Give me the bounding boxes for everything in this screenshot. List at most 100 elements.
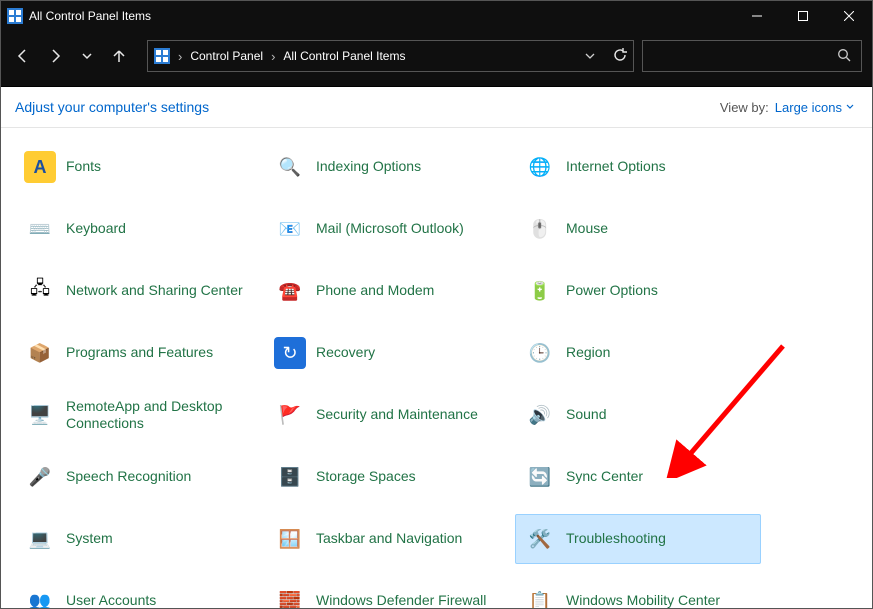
control-panel-item-label: Power Options <box>566 282 658 300</box>
search-box[interactable] <box>642 40 862 72</box>
control-panel-item[interactable]: A Fonts <box>15 142 261 192</box>
control-panel-item[interactable]: 🖧 Network and Sharing Center <box>15 266 261 316</box>
control-panel-item-label: Programs and Features <box>66 344 213 362</box>
control-panel-item-label: Troubleshooting <box>566 530 666 548</box>
close-button[interactable] <box>826 1 872 31</box>
control-panel-item-label: Storage Spaces <box>316 468 416 486</box>
sync-icon: 🔄 <box>524 461 556 493</box>
page-title: Adjust your computer's settings <box>15 99 209 115</box>
control-panel-item-label: Fonts <box>66 158 101 176</box>
control-panel-item[interactable]: 💻 System <box>15 514 261 564</box>
control-panel-item-label: Windows Mobility Center <box>566 592 720 608</box>
mail-icon: 📧 <box>274 213 306 245</box>
control-panel-item[interactable]: 🖱️ Mouse <box>515 204 761 254</box>
viewby-label: View by: <box>720 100 769 115</box>
forward-button[interactable] <box>43 44 67 68</box>
control-panel-item[interactable]: 🗄️ Storage Spaces <box>265 452 511 502</box>
control-panel-item[interactable]: ⌨️ Keyboard <box>15 204 261 254</box>
recent-locations-button[interactable] <box>75 44 99 68</box>
fonts-icon: A <box>24 151 56 183</box>
control-panel-item-label: RemoteApp and Desktop Connections <box>66 398 252 433</box>
control-panel-item-label: System <box>66 530 113 548</box>
control-panel-item-label: Recovery <box>316 344 375 362</box>
app-icon <box>7 8 23 24</box>
indexing-icon: 🔍 <box>274 151 306 183</box>
control-panel-item[interactable]: 🔋 Power Options <box>515 266 761 316</box>
mouse-icon: 🖱️ <box>524 213 556 245</box>
chevron-down-icon <box>846 103 854 111</box>
users-icon: 👥 <box>24 585 56 608</box>
minimize-button[interactable] <box>734 1 780 31</box>
recovery-icon: ↻ <box>274 337 306 369</box>
breadcrumb-item[interactable]: Control Panel <box>190 49 263 63</box>
control-panel-item[interactable]: 🛠️ Troubleshooting <box>515 514 761 564</box>
keyboard-icon: ⌨️ <box>24 213 56 245</box>
control-panel-item[interactable]: 🕒 Region <box>515 328 761 378</box>
control-panel-icon <box>154 48 170 64</box>
control-panel-item[interactable]: 🧱 Windows Defender Firewall <box>265 576 511 608</box>
control-panel-item-label: Mouse <box>566 220 608 238</box>
control-panel-item[interactable]: ☎️ Phone and Modem <box>265 266 511 316</box>
control-panel-item[interactable]: 🪟 Taskbar and Navigation <box>265 514 511 564</box>
titlebar: All Control Panel Items <box>1 1 872 31</box>
phone-icon: ☎️ <box>274 275 306 307</box>
address-dropdown-button[interactable] <box>585 49 595 64</box>
control-panel-item[interactable]: 🔊 Sound <box>515 390 761 440</box>
control-panel-item[interactable]: 👥 User Accounts <box>15 576 261 608</box>
control-panel-item-label: Network and Sharing Center <box>66 282 243 300</box>
address-bar[interactable]: › Control Panel › All Control Panel Item… <box>147 40 634 72</box>
network-icon: 🖧 <box>24 275 56 307</box>
control-panel-item[interactable]: 🎤 Speech Recognition <box>15 452 261 502</box>
items-scroll[interactable]: A Fonts 🔍 Indexing Options 🌐 Internet Op… <box>1 128 872 608</box>
control-panel-item[interactable]: 🔍 Indexing Options <box>265 142 511 192</box>
control-panel-item-label: Phone and Modem <box>316 282 434 300</box>
viewby-dropdown[interactable]: Large icons <box>775 100 854 115</box>
up-button[interactable] <box>107 44 131 68</box>
region-icon: 🕒 <box>524 337 556 369</box>
control-panel-item[interactable]: 📋 Windows Mobility Center <box>515 576 761 608</box>
viewby-control: View by: Large icons <box>720 100 854 115</box>
navbar: › Control Panel › All Control Panel Item… <box>1 31 872 81</box>
control-panel-item-label: Internet Options <box>566 158 666 176</box>
mobility-icon: 📋 <box>524 585 556 608</box>
control-panel-item-label: Windows Defender Firewall <box>316 592 486 608</box>
breadcrumb-separator[interactable]: › <box>271 49 275 64</box>
window-controls <box>734 1 872 31</box>
control-panel-item-label: Region <box>566 344 610 362</box>
control-panel-item-label: Taskbar and Navigation <box>316 530 462 548</box>
maximize-button[interactable] <box>780 1 826 31</box>
control-panel-item[interactable]: ↻ Recovery <box>265 328 511 378</box>
breadcrumb-separator[interactable]: › <box>178 49 182 64</box>
control-panel-item[interactable]: 🔄 Sync Center <box>515 452 761 502</box>
content-area: Adjust your computer's settings View by:… <box>1 87 872 608</box>
storage-icon: 🗄️ <box>274 461 306 493</box>
control-panel-item[interactable]: 🖥️ RemoteApp and Desktop Connections <box>15 390 261 440</box>
remoteapp-icon: 🖥️ <box>24 399 56 431</box>
content-header: Adjust your computer's settings View by:… <box>1 87 872 128</box>
control-panel-item-label: Keyboard <box>66 220 126 238</box>
power-icon: 🔋 <box>524 275 556 307</box>
troubleshoot-icon: 🛠️ <box>524 523 556 555</box>
control-panel-item-label: Security and Maintenance <box>316 406 478 424</box>
control-panel-item[interactable]: 📦 Programs and Features <box>15 328 261 378</box>
control-panel-item-label: Sync Center <box>566 468 643 486</box>
programs-icon: 📦 <box>24 337 56 369</box>
speech-icon: 🎤 <box>24 461 56 493</box>
control-panel-item[interactable]: 🚩 Security and Maintenance <box>265 390 511 440</box>
viewby-value-text: Large icons <box>775 100 842 115</box>
breadcrumb-item[interactable]: All Control Panel Items <box>283 49 405 63</box>
control-panel-item[interactable]: 🌐 Internet Options <box>515 142 761 192</box>
back-button[interactable] <box>11 44 35 68</box>
control-panel-item-label: Sound <box>566 406 606 424</box>
search-icon <box>837 48 851 65</box>
control-panel-item-label: Indexing Options <box>316 158 421 176</box>
refresh-button[interactable] <box>613 48 627 65</box>
sound-icon: 🔊 <box>524 399 556 431</box>
security-icon: 🚩 <box>274 399 306 431</box>
internet-icon: 🌐 <box>524 151 556 183</box>
window-title: All Control Panel Items <box>29 9 734 23</box>
control-panel-item[interactable]: 📧 Mail (Microsoft Outlook) <box>265 204 511 254</box>
control-panel-item-label: Mail (Microsoft Outlook) <box>316 220 464 238</box>
control-panel-item-label: User Accounts <box>66 592 156 608</box>
control-panel-window: All Control Panel Items <box>0 0 873 609</box>
